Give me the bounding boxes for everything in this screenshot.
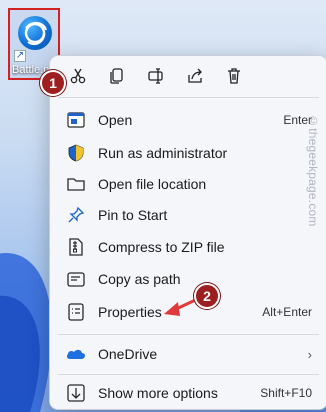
menu-item-label: Open file location: [98, 176, 207, 192]
more-options-icon: [65, 384, 87, 402]
chevron-right-icon: ›: [307, 346, 312, 362]
menu-item-open-file-location[interactable]: Open file location: [55, 169, 322, 199]
context-menu: Open Enter Run as administrator Open fil…: [49, 55, 326, 410]
properties-icon: [65, 303, 87, 321]
menu-item-shortcut: Alt+Enter: [262, 305, 312, 319]
menu-divider: [58, 97, 319, 98]
menu-item-label: Open: [98, 112, 133, 128]
menu-item-shortcut: Shift+F10: [260, 386, 312, 400]
copy-path-icon: [65, 270, 87, 288]
delete-icon[interactable]: [222, 64, 246, 88]
pin-icon: [65, 206, 87, 224]
zip-icon: [65, 238, 87, 256]
context-menu-toolbar: [50, 56, 326, 96]
menu-item-label: OneDrive: [98, 346, 158, 362]
watermark-text: ©thegeekpage.com: [306, 114, 320, 227]
step-1-badge: 1: [40, 70, 66, 96]
share-icon[interactable]: [183, 64, 207, 88]
menu-item-onedrive[interactable]: OneDrive ›: [55, 339, 322, 369]
rename-icon[interactable]: [144, 64, 168, 88]
menu-item-label: Compress to ZIP file: [98, 239, 225, 255]
menu-item-show-more-options[interactable]: Show more options Shift+F10: [55, 378, 322, 408]
folder-icon: [65, 175, 87, 193]
menu-item-copy-as-path[interactable]: Copy as path: [55, 264, 322, 294]
shortcut-arrow-icon: ↗: [14, 50, 26, 62]
menu-item-compress-to-zip[interactable]: Compress to ZIP file: [55, 232, 322, 262]
open-icon: [65, 111, 87, 129]
menu-item-label: Run as administrator: [98, 145, 228, 161]
onedrive-icon: [65, 345, 87, 363]
menu-item-label: Show more options: [98, 385, 218, 401]
menu-divider: [58, 374, 319, 375]
menu-divider: [58, 334, 319, 335]
battlenet-logo-icon: [18, 16, 52, 50]
menu-item-open[interactable]: Open Enter: [55, 105, 322, 135]
cut-icon[interactable]: [66, 64, 90, 88]
step-2-badge: 2: [194, 283, 220, 309]
copy-icon[interactable]: [105, 64, 129, 88]
menu-item-run-as-administrator[interactable]: Run as administrator: [55, 138, 322, 168]
menu-item-pin-to-start[interactable]: Pin to Start: [55, 200, 322, 230]
menu-item-label: Pin to Start: [98, 207, 168, 223]
shield-icon: [65, 144, 87, 162]
